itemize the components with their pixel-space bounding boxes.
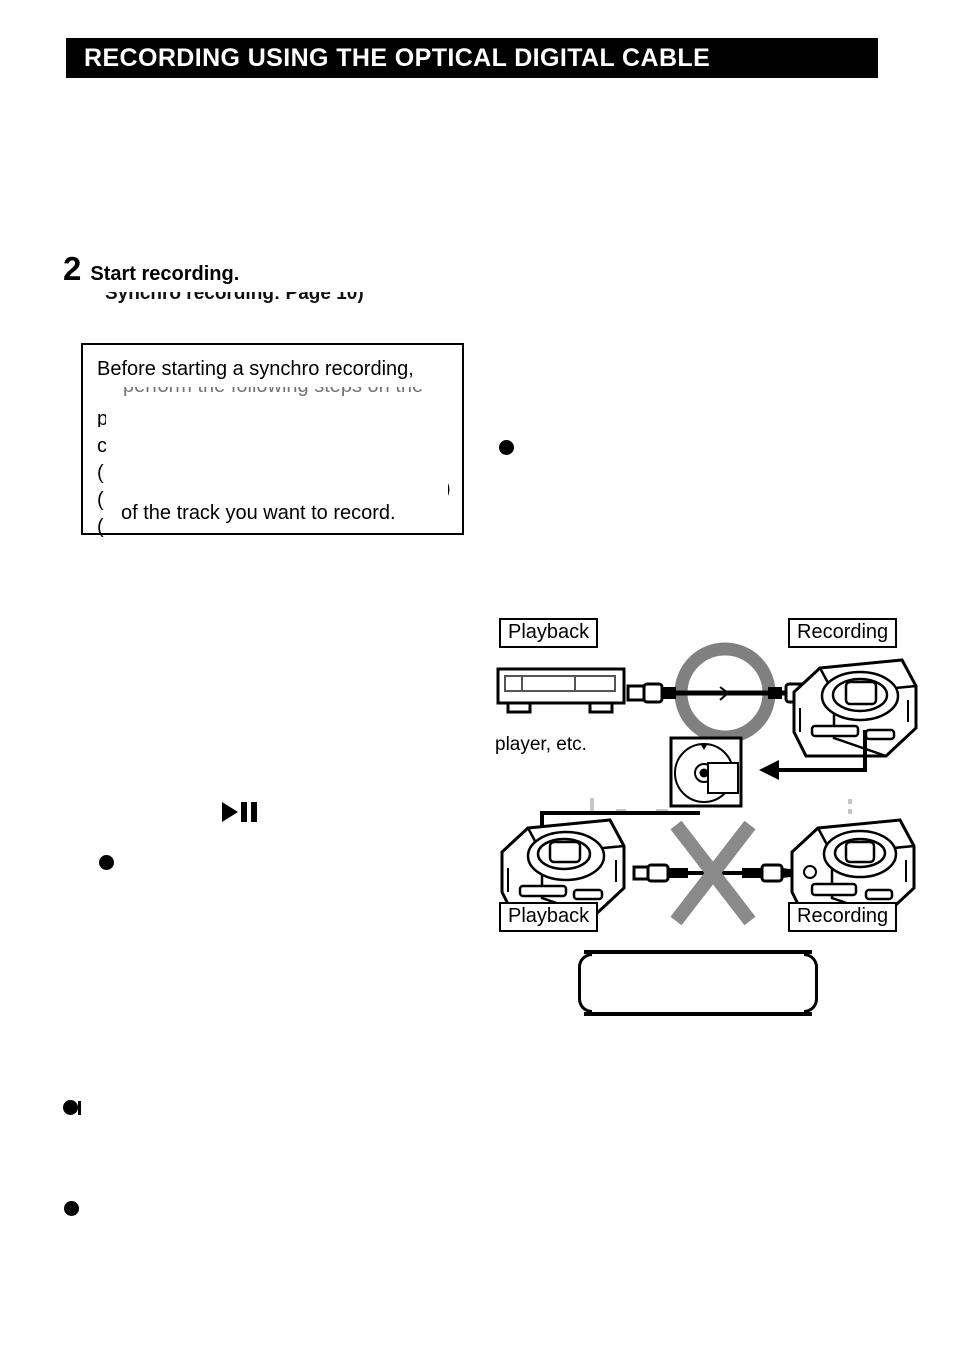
synchro-note-box: Before starting a synchro recording, per… <box>81 343 464 537</box>
note-line-last: of the track you want to record. <box>121 502 396 524</box>
step-2-heading-row: 2 Start recording. <box>63 252 493 285</box>
page-header-banner: RECORDING USING THE OPTICAL DIGITAL CABL… <box>66 38 878 78</box>
diagram-bottom-playback-label: Playback <box>499 902 599 933</box>
step-subtitle-clipped: Synchro recording: Page 10) <box>105 292 493 306</box>
list-bullet-left-lower <box>63 1100 81 1115</box>
step-title: Start recording. <box>90 263 240 285</box>
step-2-block: 2 Start recording. Synchro recording: Pa… <box>63 252 493 306</box>
erased-callout-box <box>578 950 818 1016</box>
note-line-faded: perform the following steps on the <box>123 387 443 396</box>
note-line-faded-text: perform the following steps on the <box>123 387 423 396</box>
list-bullet-left-middle <box>99 855 114 870</box>
list-bullet-left-bottom <box>64 1201 79 1216</box>
play-pause-icon <box>222 802 257 822</box>
note-fragment-2: c <box>97 436 106 454</box>
diagram-bottom-recording-label: Recording <box>788 902 898 933</box>
note-fragment-3: ( <box>97 463 104 483</box>
note-fragment-5: ( <box>97 517 104 537</box>
pause-bar-1-icon <box>241 802 247 822</box>
list-bullet-fragment <box>78 1101 81 1115</box>
callout-top-rule <box>584 950 812 954</box>
list-bullet-right-upper <box>499 440 514 455</box>
diagram-source-caption: player, etc. <box>495 734 587 755</box>
callout-left-edge <box>578 953 592 1013</box>
list-bullet-dot <box>63 1100 78 1115</box>
pause-bar-2-icon <box>251 802 257 822</box>
play-triangle-icon <box>222 802 238 822</box>
note-fragment-4: ( <box>97 490 104 510</box>
step-subtitle-text: Synchro recording: Page 10) <box>105 292 364 304</box>
cd-player-icon <box>496 667 626 714</box>
page-title: RECORDING USING THE OPTICAL DIGITAL CABL… <box>84 43 711 72</box>
note-fragment-right: ) <box>448 479 452 496</box>
step-number: 2 <box>63 250 82 287</box>
diagram-top-playback-label: Playback <box>499 618 599 649</box>
callout-right-edge <box>804 953 818 1013</box>
cross-mark-icon <box>632 820 798 926</box>
note-line-first: Before starting a synchro recording, <box>97 358 414 380</box>
note-fragment-1: p <box>97 409 106 427</box>
callout-bottom-rule <box>584 1012 812 1016</box>
